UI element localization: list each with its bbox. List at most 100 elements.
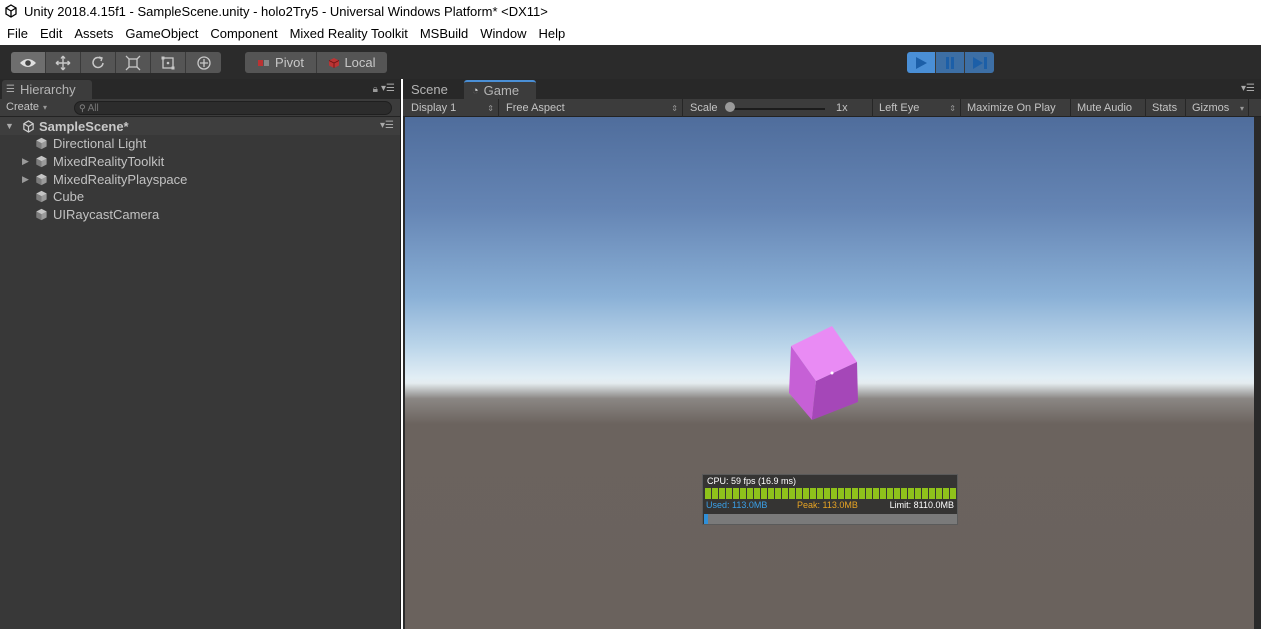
menu-file[interactable]: File [0, 22, 34, 45]
item-label: UIRaycastCamera [53, 207, 160, 223]
fps-bar [810, 488, 816, 499]
fps-bar [782, 488, 788, 499]
expand-arrow-icon[interactable]: ▶ [22, 174, 29, 185]
menu-window[interactable]: Window [474, 22, 532, 45]
fps-bar [740, 488, 746, 499]
fps-bar [719, 488, 725, 499]
item-label: Cube [53, 189, 85, 205]
item-label: MixedRealityPlayspace [53, 171, 188, 187]
move-icon [55, 55, 71, 70]
display-dropdown[interactable]: Display 1 ⇕ [405, 99, 499, 117]
game-tab-label: Game [483, 83, 520, 98]
cpu-readout: CPU: 59 fps (16.9 ms) [707, 476, 797, 486]
menu-assets[interactable]: Assets [68, 22, 119, 45]
fps-bar [894, 488, 900, 499]
scale-label: Scale [690, 102, 718, 114]
fps-bar [922, 488, 928, 499]
panel-menu-icon[interactable]: ▾☰ [381, 83, 395, 94]
scale-slider-track[interactable] [729, 108, 825, 110]
create-dropdown[interactable]: Create ▾ [6, 101, 47, 113]
panel-menu-icon[interactable]: ▾☰ [1241, 83, 1255, 94]
pause-icon [946, 56, 954, 69]
list-item[interactable]: Cube [0, 188, 400, 206]
play-icon [916, 56, 927, 69]
memory-peak: Peak: 113.0MB [797, 500, 858, 510]
game-viewport[interactable]: CPU: 59 fps (16.9 ms) Used: 113.0MB Peak… [405, 117, 1254, 629]
profiler-overlay: CPU: 59 fps (16.9 ms) Used: 113.0MB Peak… [702, 474, 958, 525]
eye-label: Left Eye [879, 102, 920, 114]
fps-bar [880, 488, 886, 499]
fps-bar [775, 488, 781, 499]
maximize-on-play-toggle[interactable]: Maximize On Play [961, 99, 1071, 117]
rect-tool-button[interactable] [151, 52, 186, 73]
gizmos-dropdown[interactable]: Gizmos ▾ [1186, 99, 1249, 117]
item-label: MixedRealityToolkit [53, 154, 165, 170]
list-item[interactable]: ▶ MixedRealityToolkit [0, 153, 400, 171]
scene-header[interactable]: ▼ SampleScene* ▾☰ [0, 117, 400, 135]
pivot-group: Pivot Local [245, 52, 387, 73]
fps-bar [831, 488, 837, 499]
menu-component[interactable]: Component [204, 22, 283, 45]
fps-bar [936, 488, 942, 499]
menu-edit[interactable]: Edit [34, 22, 68, 45]
gizmos-label: Gizmos [1192, 102, 1230, 114]
tab-hierarchy[interactable]: ☰ Hierarchy [2, 80, 92, 99]
eye-dropdown[interactable]: Left Eye ⇕ [873, 99, 961, 117]
menu-help[interactable]: Help [533, 22, 572, 45]
tab-game[interactable]: ◔ Game [464, 80, 536, 99]
fps-bar [852, 488, 858, 499]
menu-gameobject[interactable]: GameObject [119, 22, 204, 45]
menu-msbuild[interactable]: MSBuild [414, 22, 474, 45]
fps-bar [915, 488, 921, 499]
chevron-updown-icon: ⇕ [671, 103, 678, 113]
expand-arrow-icon[interactable]: ▶ [22, 156, 29, 167]
list-item[interactable]: UIRaycastCamera [0, 206, 400, 224]
pivot-icon [258, 59, 270, 66]
fps-bar [838, 488, 844, 499]
list-item[interactable]: ▶ MixedRealityPlayspace [0, 170, 400, 188]
fps-bar [929, 488, 935, 499]
pivot-button[interactable]: Pivot [245, 52, 317, 73]
scene-tab-label: Scene [411, 82, 448, 97]
memory-row: Used: 113.0MB Peak: 113.0MB Limit: 8110.… [703, 500, 957, 512]
transform-tool-button[interactable] [186, 52, 221, 73]
fps-bar [824, 488, 830, 499]
hierarchy-search-input[interactable]: ⚲ All [74, 101, 392, 115]
move-tool-button[interactable] [46, 52, 81, 73]
scale-slider-thumb[interactable] [725, 102, 735, 112]
mute-audio-toggle[interactable]: Mute Audio [1071, 99, 1146, 117]
rotate-tool-button[interactable] [81, 52, 116, 73]
fps-bar [796, 488, 802, 499]
lock-icon[interactable]: 🔒︎ [373, 84, 378, 95]
stats-toggle[interactable]: Stats [1146, 99, 1186, 117]
game-tabbar: Scene ◔ Game ▾☰ [403, 79, 1261, 99]
unity-scene-icon [23, 119, 34, 133]
fps-bar [754, 488, 760, 499]
play-button[interactable] [907, 52, 936, 73]
chevron-down-icon: ▾ [1239, 103, 1244, 113]
chevron-updown-icon: ⇕ [949, 103, 956, 113]
scale-tool-button[interactable] [116, 52, 151, 73]
fps-bar [712, 488, 718, 499]
pause-button[interactable] [936, 52, 965, 73]
fps-bar [887, 488, 893, 499]
eye-icon [20, 58, 36, 67]
expand-arrow-icon[interactable]: ▼ [5, 121, 17, 131]
aspect-dropdown[interactable]: Free Aspect ⇕ [500, 99, 683, 117]
step-button[interactable] [965, 52, 994, 73]
menu-mixed-reality-toolkit[interactable]: Mixed Reality Toolkit [284, 22, 414, 45]
fps-bar [901, 488, 907, 499]
local-button[interactable]: Local [317, 52, 387, 73]
tab-scene[interactable]: Scene [403, 80, 463, 99]
game-panel: Scene ◔ Game ▾☰ Display 1 ⇕ Free Aspect … [403, 79, 1261, 629]
list-item[interactable]: Directional Light [0, 135, 400, 153]
scale-value: 1x [836, 102, 848, 114]
view-tool-button[interactable] [11, 52, 46, 73]
maximize-label: Maximize On Play [967, 102, 1056, 114]
scene-menu-icon[interactable]: ▾☰ [380, 120, 394, 131]
play-controls [907, 52, 994, 73]
fps-bar [803, 488, 809, 499]
local-label: Local [344, 55, 376, 70]
scene-name: SampleScene* [39, 118, 129, 134]
create-label: Create [6, 101, 40, 113]
